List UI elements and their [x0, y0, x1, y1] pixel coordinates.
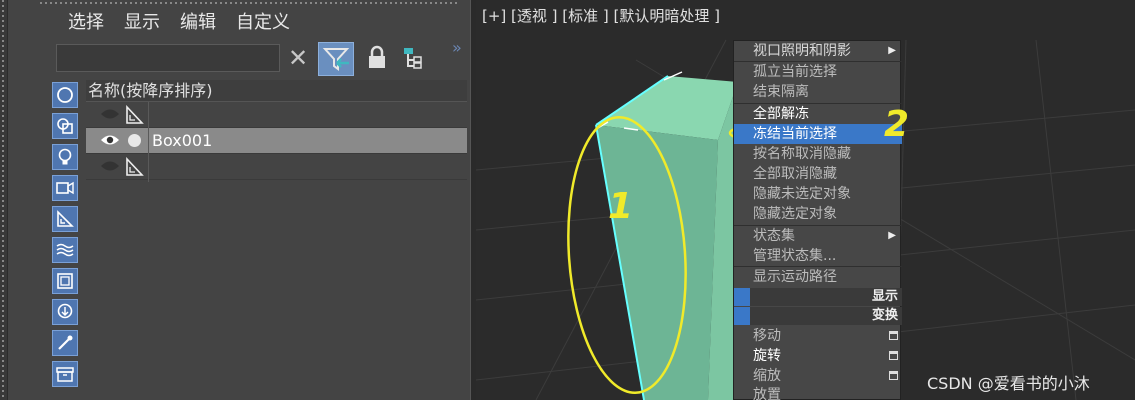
menu-item-hide-selection[interactable]: 隐藏选定对象 [734, 204, 902, 224]
menu-item-label: 视口照明和阴影 [753, 43, 851, 59]
menu-item-show-motion-paths[interactable]: 显示运动路径 [734, 267, 902, 287]
shape-icon [57, 118, 73, 134]
menu-item-unhide-by-name[interactable]: 按名称取消隐藏 [734, 144, 902, 164]
menu-item-freeze-selection[interactable]: 冻结当前选择 [734, 124, 902, 144]
box001-front-face[interactable] [596, 125, 718, 400]
lock-icon [369, 45, 385, 68]
menu-item-rotate[interactable]: 旋转 [734, 346, 902, 366]
group-filter-button[interactable] [52, 268, 78, 294]
tree-row-box001[interactable]: Box001 [86, 128, 467, 154]
annotation-number-1: 1 [608, 186, 634, 227]
menu-item-manage-state-sets[interactable]: 管理状态集... [734, 246, 902, 266]
clear-search-button[interactable]: ✕ [284, 44, 312, 72]
submenu-arrow-icon: ▶ [888, 45, 896, 56]
annotation-number-2: 2 [884, 104, 910, 145]
camera-filter-button[interactable] [52, 175, 78, 201]
hierarchy-button[interactable] [402, 44, 426, 72]
quad-menu: 视口照明和阴影 ▶ 孤立当前选择 结束隔离 全部解冻 冻结当前选择 按名称取消隐藏… [733, 40, 902, 400]
spacewarp-filter-button[interactable] [52, 237, 78, 263]
settings-box-icon[interactable] [889, 351, 898, 360]
menu-item-label: 状态集 [753, 228, 795, 244]
quad-indicator [734, 288, 750, 306]
hierarchy-icon [404, 48, 422, 69]
submenu-arrow-icon: ▶ [888, 230, 896, 241]
menu-item-hide-unselected[interactable]: 隐藏未选定对象 [734, 184, 902, 204]
filter-icon [322, 48, 350, 71]
viewport-label[interactable]: [+] [透视 ] [标准 ] [默认明暗处理 ] [482, 5, 720, 26]
menu-item-end-isolation[interactable]: 结束隔离 [734, 82, 902, 102]
watermark: CSDN @爱看书的小沐 [927, 374, 1090, 393]
menu-item-label: 缩放 [753, 368, 781, 384]
helper-filter-button[interactable] [52, 206, 78, 232]
menu-item-label: 移动 [753, 328, 781, 344]
xref-icon [57, 303, 73, 319]
quad-header-display: 显示 [734, 288, 902, 306]
menu-item-unhide-all[interactable]: 全部取消隐藏 [734, 164, 902, 184]
menu-item-viewport-lighting[interactable]: 视口照明和阴影 ▶ [734, 41, 902, 61]
menu-display[interactable]: 显示 [114, 10, 170, 36]
menu-edit[interactable]: 编辑 [170, 10, 226, 36]
bone-icon [58, 335, 73, 350]
scene-explorer: 选择 显示 编辑 自定义 ✕ » 名称(按降序排序) Box001 [0, 0, 473, 400]
tree-divider [148, 102, 149, 182]
panel-drag-handle[interactable] [40, 2, 460, 4]
explorer-filter-toolbar [52, 82, 80, 392]
object-dot-icon [128, 134, 141, 147]
tree-column-header[interactable]: 名称(按降序排序) [86, 80, 467, 102]
menu-item-move[interactable]: 移动 [734, 326, 902, 346]
tree-row[interactable] [86, 102, 467, 128]
container-filter-button[interactable] [52, 361, 78, 387]
search-input[interactable] [56, 44, 280, 72]
eye-icon[interactable] [100, 133, 120, 147]
geometry-filter-button[interactable] [52, 82, 78, 108]
bone-filter-button[interactable] [52, 330, 78, 356]
menu-item-isolate-selection[interactable]: 孤立当前选择 [734, 62, 902, 82]
explorer-menubar: 选择 显示 编辑 自定义 [58, 10, 300, 36]
quad-header-label: 显示 [871, 289, 898, 304]
lock-button[interactable] [366, 44, 388, 72]
sphere-icon [57, 87, 73, 103]
menu-item-place[interactable]: 放置 [734, 385, 902, 400]
more-chevron-icon[interactable]: » [452, 38, 462, 57]
helper-icon [57, 210, 74, 227]
eye-hidden-icon[interactable] [100, 159, 120, 173]
settings-box-icon[interactable] [889, 331, 898, 340]
quad-header-label: 变换 [871, 308, 898, 323]
eye-hidden-icon[interactable] [100, 107, 120, 121]
container-icon [56, 367, 74, 382]
scene-tree: 名称(按降序排序) Box001 [86, 80, 467, 182]
bulb-icon [58, 148, 72, 165]
tree-row-label: Box001 [152, 131, 213, 150]
menu-item-scale[interactable]: 缩放 [734, 366, 902, 386]
menu-item-label: 旋转 [753, 348, 781, 364]
panel-grip[interactable] [0, 0, 8, 400]
layer-icon [126, 105, 144, 124]
xref-filter-button[interactable] [52, 299, 78, 325]
shape-filter-button[interactable] [52, 113, 78, 139]
settings-box-icon[interactable] [889, 371, 898, 380]
menu-item-unfreeze-all[interactable]: 全部解冻 [734, 104, 902, 124]
menu-select[interactable]: 选择 [58, 10, 114, 36]
quad-header-transform: 变换 [734, 307, 902, 325]
menu-customize[interactable]: 自定义 [226, 10, 300, 36]
camera-icon [56, 181, 74, 195]
quad-indicator [734, 307, 750, 325]
menu-item-state-sets[interactable]: 状态集 ▶ [734, 226, 902, 246]
filter-toggle-button[interactable] [318, 42, 354, 76]
group-icon [57, 273, 73, 289]
spacewarp-icon [56, 243, 74, 257]
tree-row[interactable] [86, 154, 467, 180]
layer-icon [126, 157, 144, 176]
light-filter-button[interactable] [52, 144, 78, 170]
